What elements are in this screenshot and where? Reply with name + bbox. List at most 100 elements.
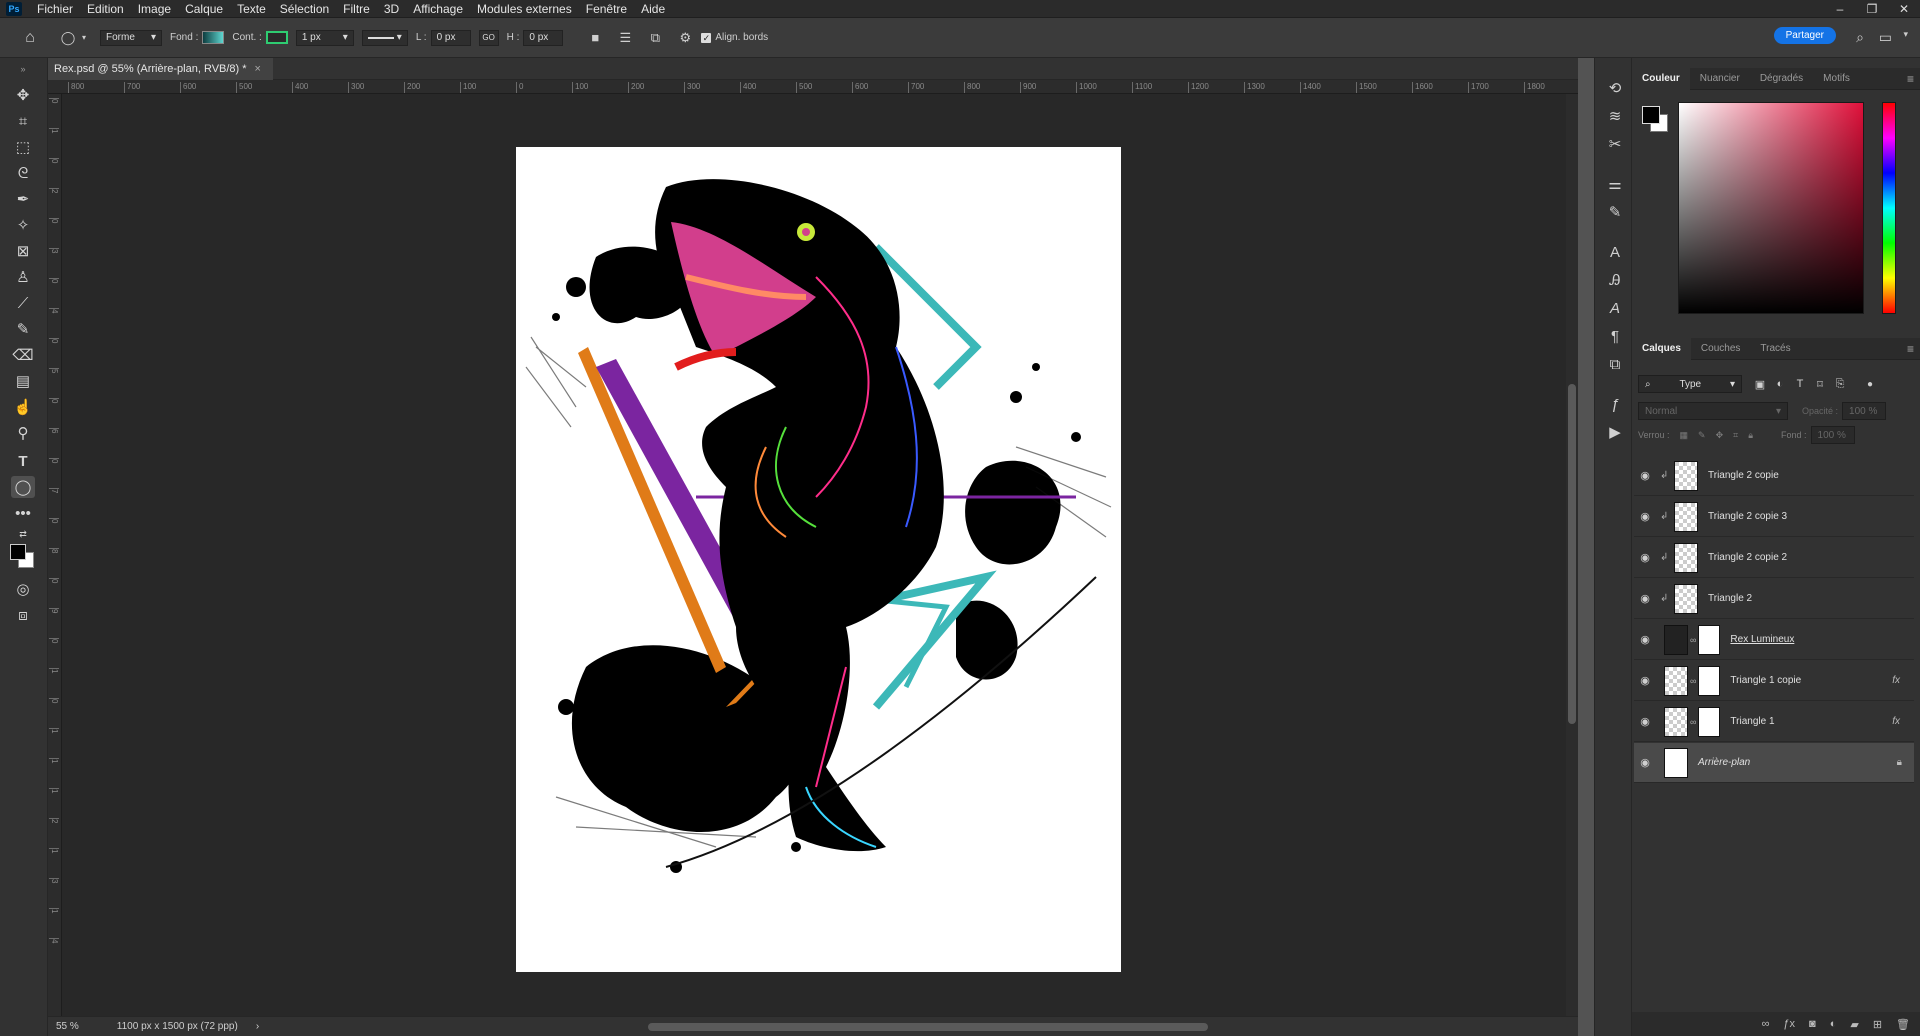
layer-row[interactable]: ◉ ∞ Rex Lumineux (1634, 620, 1914, 660)
menu-filtre[interactable]: Filtre (336, 0, 377, 18)
ellipse-tool-icon[interactable]: ◯ (11, 476, 35, 498)
menu-fenetre[interactable]: Fenêtre (579, 0, 634, 18)
play-actions-icon[interactable]: ▶ (1605, 422, 1625, 442)
eyedropper-tool-icon[interactable]: ⟋ (11, 292, 35, 314)
visibility-eye-icon[interactable]: ◉ (1634, 510, 1656, 523)
visibility-eye-icon[interactable]: ◉ (1634, 592, 1656, 605)
magic-wand-tool-icon[interactable]: ✧ (11, 214, 35, 236)
visibility-eye-icon[interactable]: ◉ (1634, 756, 1656, 769)
tab-couches[interactable]: Couches (1691, 338, 1750, 360)
adjustment-filter-icon[interactable]: ◐ (1772, 376, 1788, 392)
tool-mode-select[interactable]: Forme ▾ (100, 29, 162, 46)
menu-fichier[interactable]: Fichier (30, 0, 80, 18)
layer-name[interactable]: Triangle 1 (1730, 716, 1892, 727)
layer-name[interactable]: Arrière-plan (1698, 757, 1897, 768)
blend-mode-select[interactable]: Normal ▾ (1638, 402, 1788, 420)
more-tools-icon[interactable]: ••• (11, 502, 35, 524)
visibility-eye-icon[interactable]: ◉ (1634, 469, 1656, 482)
hue-slider[interactable] (1882, 102, 1896, 314)
layer-row[interactable]: ◉ Arrière-plan 🔒︎ (1634, 743, 1914, 783)
character-styles-icon[interactable]: Ꭿ (1605, 270, 1625, 290)
path-arrangement-icon[interactable]: ⧉ (647, 30, 663, 46)
lock-pixels-icon[interactable]: ▦ (1680, 430, 1689, 441)
filter-toggle-icon[interactable]: ● (1862, 376, 1878, 392)
layer-name[interactable]: Triangle 2 copie (1708, 470, 1914, 481)
layer-row[interactable]: ◉ ↲ Triangle 2 copie 3 (1634, 497, 1914, 537)
link-icon[interactable]: ∞ (1690, 635, 1696, 645)
lock-all-icon[interactable]: 🔒︎ (1748, 430, 1753, 441)
zoom-level[interactable]: 55 % (56, 1021, 79, 1032)
layer-mask-thumbnail[interactable] (1698, 624, 1721, 655)
tab-motifs[interactable]: Motifs (1813, 68, 1860, 90)
layer-effects-icon[interactable]: fx (1892, 716, 1900, 727)
brush-tool-icon[interactable]: ✎ (11, 318, 35, 340)
home-icon[interactable]: ⌂ (22, 29, 38, 46)
add-mask-icon[interactable]: ◙ (1809, 1018, 1816, 1030)
adjustment-layer-icon[interactable]: ◐ (1830, 1018, 1837, 1030)
marquee-tool-icon[interactable]: ⬚ (11, 136, 35, 158)
eraser-tool-icon[interactable]: ⌫ (11, 344, 35, 366)
close-window-button[interactable]: ✕ (1888, 0, 1920, 18)
width-input[interactable]: 0 px (430, 29, 471, 46)
paragraph-icon[interactable]: ¶ (1605, 326, 1625, 346)
canvas-area[interactable] (62, 94, 1578, 1016)
smudge-tool-icon[interactable]: ☝ (11, 396, 35, 418)
panel-menu-icon[interactable]: ≡ (1907, 72, 1914, 86)
menu-3d[interactable]: 3D (377, 0, 406, 18)
screen-mode-icon[interactable]: ⧈ (11, 604, 35, 626)
layer-row[interactable]: ◉ ↲ Triangle 2 copie 2 (1634, 538, 1914, 578)
stroke-type-select[interactable]: ▾ (361, 29, 408, 46)
layer-name[interactable]: Rex Lumineux (1730, 634, 1914, 645)
properties-icon[interactable]: ⚌ (1605, 174, 1625, 194)
color-picker-field[interactable] (1678, 102, 1864, 314)
quick-mask-icon[interactable]: ◎ (11, 578, 35, 600)
share-button[interactable]: Partager (1773, 27, 1836, 44)
fill-swatch[interactable] (202, 31, 225, 44)
stroke-swatch[interactable] (265, 31, 288, 44)
document-tab[interactable]: Rex.psd @ 55% (Arrière-plan, RVB/8) * × (48, 58, 273, 80)
status-menu-arrow[interactable]: › (256, 1021, 259, 1032)
visibility-eye-icon[interactable]: ◉ (1634, 674, 1656, 687)
chevron-down-icon[interactable]: ▾ (1903, 29, 1908, 40)
stroke-width-input[interactable]: 1 px ▾ (295, 29, 354, 46)
layer-row[interactable]: ◉ ∞ Triangle 1 fx (1634, 702, 1914, 742)
chevron-down-icon[interactable]: ▾ (76, 30, 92, 46)
menu-calque[interactable]: Calque (178, 0, 230, 18)
stamp-tool-icon[interactable]: ♙ (11, 266, 35, 288)
menu-selection[interactable]: Sélection (273, 0, 336, 18)
tools-icon[interactable]: ✂ (1605, 134, 1625, 154)
tab-traces[interactable]: Tracés (1750, 338, 1800, 360)
link-layers-icon[interactable]: ∞ (1762, 1018, 1770, 1030)
frame-tool-icon[interactable]: ⊠ (11, 240, 35, 262)
opacity-input[interactable]: 100 % (1842, 402, 1887, 420)
menu-edition[interactable]: Edition (80, 0, 131, 18)
link-dimensions-button[interactable]: GO (478, 29, 499, 46)
vertical-scroll-thumb[interactable] (1568, 384, 1576, 724)
fx-icon[interactable]: ƒx (1783, 1018, 1795, 1030)
lock-paint-icon[interactable]: ✎ (1698, 430, 1706, 441)
layer-mask-thumbnail[interactable] (1698, 706, 1721, 737)
brush-settings-icon[interactable]: ✎ (1605, 202, 1625, 222)
path-operations-icon[interactable]: ■ (587, 30, 603, 46)
close-tab-icon[interactable]: × (255, 63, 261, 75)
document-canvas[interactable] (516, 147, 1121, 972)
move-tool-icon[interactable]: ✥ (11, 84, 35, 106)
horizontal-scroll-thumb[interactable] (648, 1023, 1208, 1031)
history-icon[interactable]: ⟲ (1605, 78, 1625, 98)
visibility-eye-icon[interactable]: ◉ (1634, 715, 1656, 728)
panel-menu-icon[interactable]: ≡ (1907, 342, 1914, 356)
menu-affichage[interactable]: Affichage (406, 0, 470, 18)
menu-texte[interactable]: Texte (230, 0, 273, 18)
pen-tool-icon[interactable]: ✒ (11, 188, 35, 210)
layer-row[interactable]: ◉ ∞ Triangle 1 copie fx (1634, 661, 1914, 701)
lock-artboard-icon[interactable]: ⌗ (1733, 430, 1738, 441)
height-input[interactable]: 0 px (523, 29, 564, 46)
type-tool-icon[interactable]: T (11, 450, 35, 472)
ellipse-tool-preset-icon[interactable]: ◯ (60, 30, 76, 46)
link-icon[interactable]: ∞ (1690, 676, 1696, 686)
gradient-tool-icon[interactable]: ▤ (11, 370, 35, 392)
new-group-icon[interactable]: ▰ (1850, 1018, 1858, 1031)
workspace-icon[interactable]: ▭ (1879, 29, 1892, 46)
layer-filter-select[interactable]: ⌕ Type ▾ (1638, 375, 1742, 393)
align-edges-checkbox[interactable]: ✓ (701, 32, 712, 43)
